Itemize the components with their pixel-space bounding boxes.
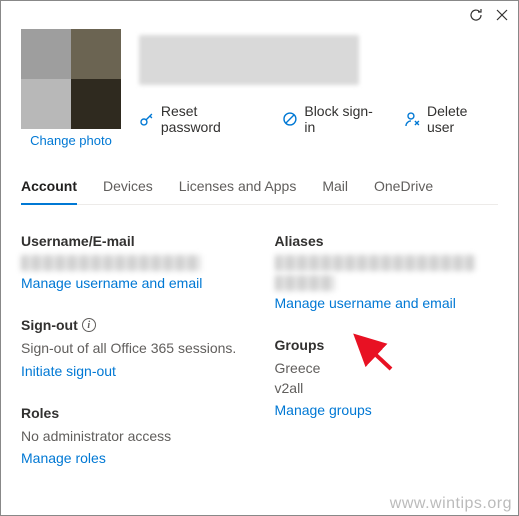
change-photo-link[interactable]: Change photo (21, 133, 121, 148)
username-heading: Username/E-mail (21, 233, 245, 249)
tab-licenses[interactable]: Licenses and Apps (179, 178, 297, 204)
manage-roles-link[interactable]: Manage roles (21, 450, 106, 466)
refresh-icon[interactable] (468, 7, 484, 26)
block-signin-label: Block sign-in (304, 103, 383, 135)
initiate-signout-link[interactable]: Initiate sign-out (21, 363, 116, 379)
alias-value-1 (275, 255, 475, 271)
group-item-2: v2all (275, 379, 499, 399)
groups-heading: Groups (275, 337, 499, 353)
roles-text: No administrator access (21, 427, 245, 447)
block-icon (282, 111, 298, 127)
tab-onedrive[interactable]: OneDrive (374, 178, 433, 204)
manage-username-link[interactable]: Manage username and email (21, 275, 202, 291)
aliases-heading: Aliases (275, 233, 499, 249)
block-signin-button[interactable]: Block sign-in (282, 103, 383, 135)
manage-aliases-link[interactable]: Manage username and email (275, 295, 456, 311)
manage-groups-link[interactable]: Manage groups (275, 402, 372, 418)
delete-user-label: Delete user (427, 103, 498, 135)
signout-text: Sign-out of all Office 365 sessions. (21, 339, 245, 359)
username-value (21, 255, 201, 271)
info-icon[interactable]: i (82, 318, 96, 332)
tabs: Account Devices Licenses and Apps Mail O… (21, 178, 498, 205)
key-icon (139, 111, 155, 127)
avatar (21, 29, 121, 129)
reset-password-button[interactable]: Reset password (139, 103, 260, 135)
group-item-1: Greece (275, 359, 499, 379)
signout-heading: Sign-outi (21, 317, 245, 333)
tab-account[interactable]: Account (21, 178, 77, 204)
tab-mail[interactable]: Mail (322, 178, 348, 204)
close-icon[interactable] (494, 7, 510, 26)
tab-devices[interactable]: Devices (103, 178, 153, 204)
watermark: www.wintips.org (390, 495, 512, 513)
user-display-name (139, 35, 359, 85)
roles-heading: Roles (21, 405, 245, 421)
alias-value-2 (275, 275, 335, 291)
delete-user-button[interactable]: Delete user (405, 103, 498, 135)
delete-user-icon (405, 111, 421, 127)
reset-password-label: Reset password (161, 103, 261, 135)
